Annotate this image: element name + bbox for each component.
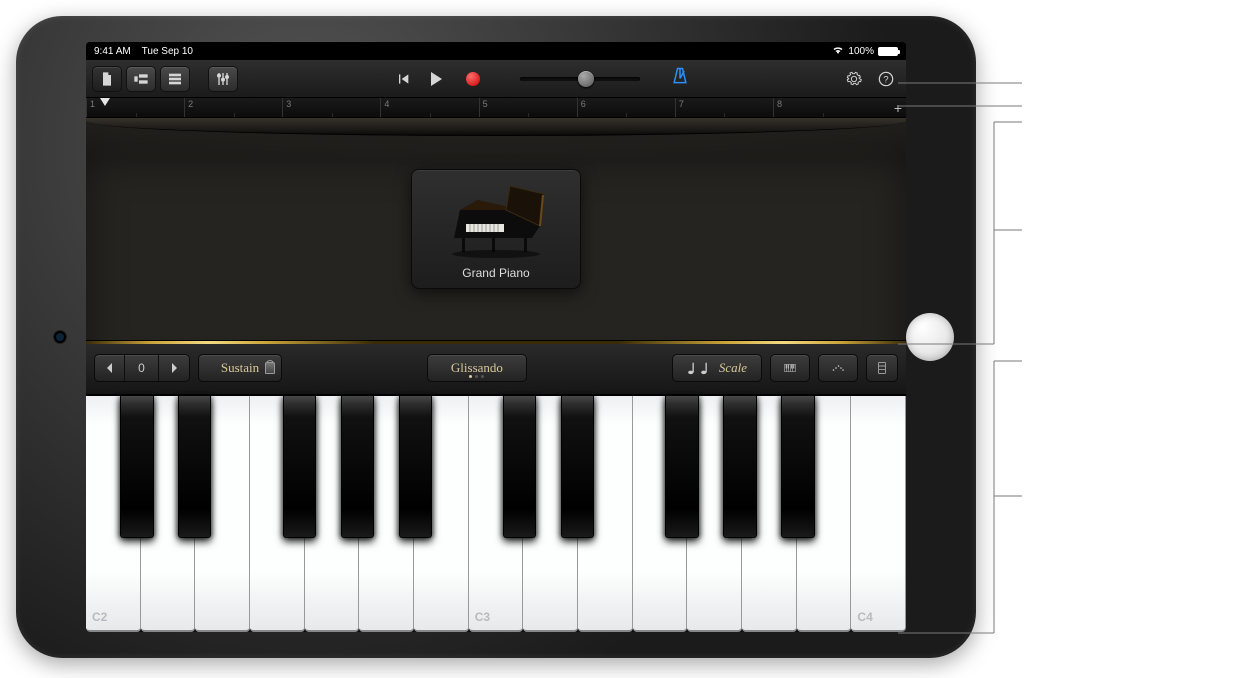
key-label: C4 [857, 610, 872, 624]
keyboard-layout-icon [876, 362, 888, 374]
black-key[interactable] [283, 396, 317, 538]
black-key[interactable] [503, 396, 537, 538]
ruler-bar-number: 1 [90, 99, 95, 109]
ruler-bar-number: 6 [581, 99, 586, 109]
ruler-bar[interactable]: 1 [86, 98, 184, 117]
octave-down-button[interactable] [95, 355, 125, 381]
screen: 9:41 AM Tue Sep 10 100% [86, 42, 906, 632]
home-button[interactable] [906, 313, 954, 361]
keyboard-controls-row: 0 Sustain Glissando Scale [86, 340, 906, 394]
status-bar: 9:41 AM Tue Sep 10 100% [86, 42, 906, 60]
record-button[interactable] [456, 72, 490, 86]
black-key[interactable] [561, 396, 595, 538]
black-key[interactable] [120, 396, 154, 538]
song-settings-button[interactable] [840, 66, 868, 92]
black-key[interactable] [341, 396, 375, 538]
metronome-button[interactable] [670, 66, 690, 91]
control-bar: ? [86, 60, 906, 98]
octave-value: 0 [125, 355, 159, 381]
ruler-bar-number: 8 [777, 99, 782, 109]
battery-icon [878, 47, 898, 56]
black-key[interactable] [178, 396, 212, 538]
keyboard-icon [784, 362, 796, 374]
ruler-bar[interactable]: 2 [184, 98, 282, 117]
ruler-bar-number: 3 [286, 99, 291, 109]
ruler-bar-number: 7 [679, 99, 684, 109]
key-label: C3 [475, 610, 490, 624]
white-key[interactable]: C4 [851, 396, 906, 632]
my-songs-button[interactable] [92, 66, 122, 92]
status-time-date: 9:41 AM Tue Sep 10 [94, 46, 193, 57]
instrument-name: Grand Piano [462, 266, 529, 280]
tracks-view-button[interactable] [160, 66, 190, 92]
keyboard-layout-button[interactable] [866, 354, 898, 382]
status-date: Tue Sep 10 [142, 46, 193, 57]
track-controls-button[interactable] [208, 66, 238, 92]
ruler-bar-number: 4 [384, 99, 389, 109]
ruler-bar[interactable]: 8 [773, 98, 871, 117]
timeline-ruler[interactable]: 1 2 3 4 5 6 7 8 + [86, 98, 906, 118]
arpeggiator-icon [832, 362, 844, 374]
black-key[interactable] [723, 396, 757, 538]
scale-button[interactable]: Scale [672, 354, 762, 382]
volume-thumb[interactable] [578, 71, 594, 87]
front-camera [56, 333, 64, 341]
ruler-bar[interactable]: 4 [380, 98, 478, 117]
ruler-bar-number: 5 [483, 99, 488, 109]
wifi-icon [832, 45, 844, 58]
ipad-frame: 9:41 AM Tue Sep 10 100% [16, 16, 976, 658]
status-time: 9:41 AM [94, 46, 131, 57]
go-to-beginning-button[interactable] [389, 66, 417, 92]
sustain-button[interactable]: Sustain [198, 354, 282, 382]
instrument-selector[interactable]: Grand Piano [411, 169, 581, 289]
ruler-bar-number: 2 [188, 99, 193, 109]
battery-pct: 100% [848, 46, 874, 57]
master-volume-slider[interactable] [520, 77, 640, 81]
octave-stepper: 0 [94, 354, 190, 382]
instrument-area: Grand Piano [86, 118, 906, 340]
ruler-bar[interactable]: 3 [282, 98, 380, 117]
grand-piano-icon [436, 180, 556, 258]
play-icon [431, 72, 442, 86]
notes-icon [687, 361, 711, 375]
record-icon [466, 72, 480, 86]
help-button[interactable]: ? [872, 66, 900, 92]
piano-keyboard[interactable]: C2 C3 C4 [86, 394, 906, 632]
key-label: C2 [92, 610, 107, 624]
browser-button[interactable] [126, 66, 156, 92]
keyboard-mode-button[interactable]: Glissando [427, 354, 527, 382]
svg-text:?: ? [883, 74, 888, 84]
play-button[interactable] [421, 72, 452, 86]
black-key[interactable] [399, 396, 433, 538]
shelf-edge [86, 118, 906, 136]
keyboard-size-button[interactable] [770, 354, 810, 382]
add-section-button[interactable]: + [894, 100, 902, 116]
black-key[interactable] [665, 396, 699, 538]
black-key[interactable] [781, 396, 815, 538]
ruler-bar[interactable]: 5 [479, 98, 577, 117]
ruler-bar[interactable]: 6 [577, 98, 675, 117]
gold-accent [86, 341, 906, 344]
arpeggiator-button[interactable] [818, 354, 858, 382]
ruler-bar[interactable]: 7 [675, 98, 773, 117]
octave-up-button[interactable] [159, 355, 189, 381]
